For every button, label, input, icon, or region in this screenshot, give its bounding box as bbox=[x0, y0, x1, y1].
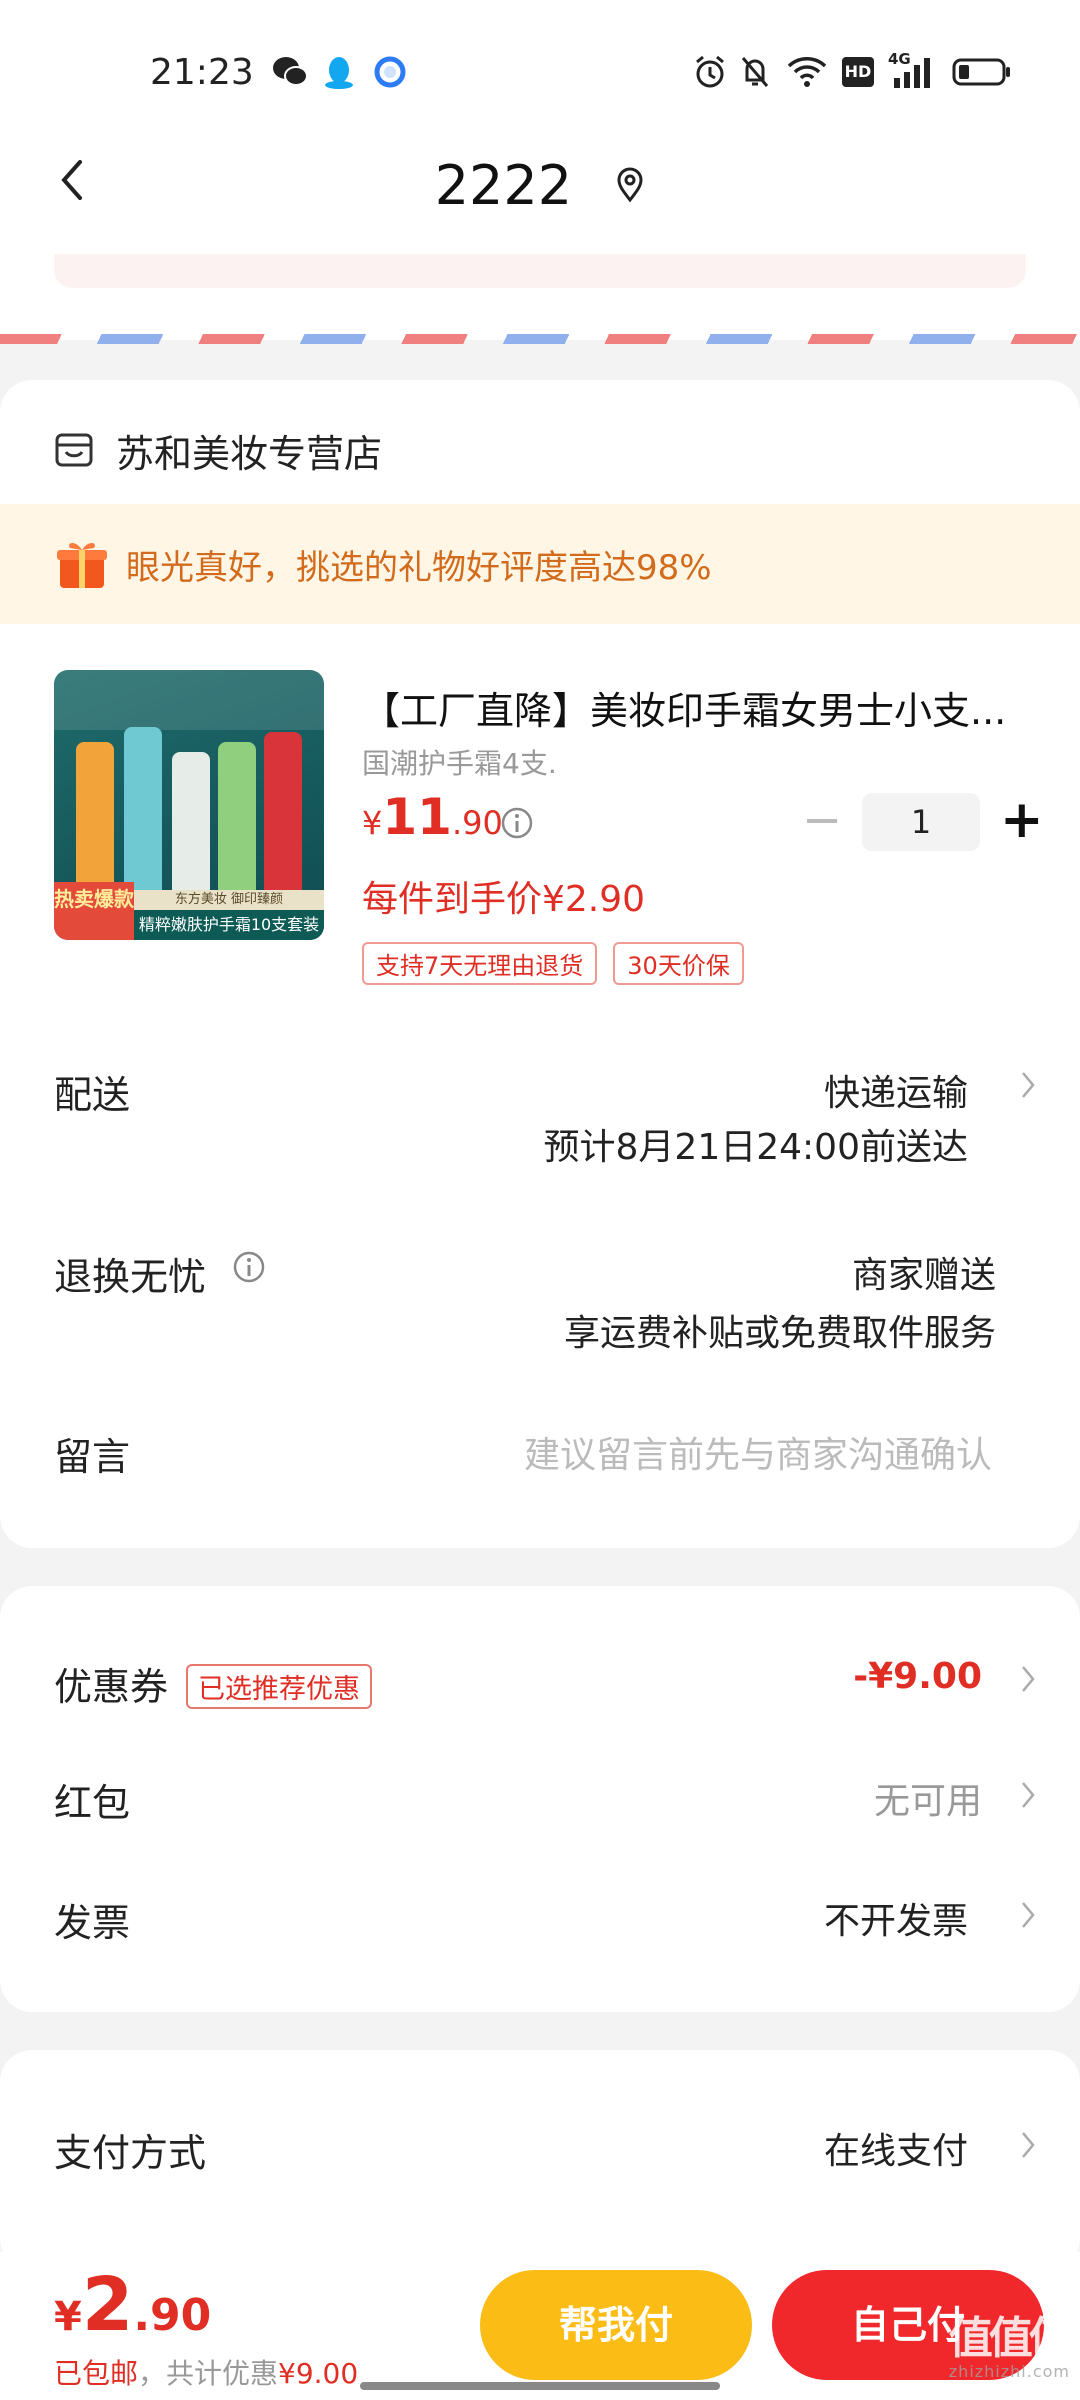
payment-card: 支付方式 在线支付 bbox=[0, 2050, 1080, 2270]
page-title: 2222 bbox=[434, 153, 573, 217]
store-header[interactable]: 苏和美妆专营店 bbox=[54, 420, 382, 480]
unit-price: 每件到手价¥2.90 bbox=[362, 879, 646, 920]
gift-icon bbox=[57, 543, 107, 588]
store-name: 苏和美妆专营店 bbox=[116, 431, 383, 476]
redpacket-value[interactable]: 无可用 bbox=[874, 1772, 982, 1824]
signal-icon: 4G bbox=[888, 50, 936, 90]
airmail-border bbox=[0, 334, 1080, 344]
increase-button[interactable]: + bbox=[1000, 792, 1044, 852]
watermark: 值值值 zhizhizhi.com bbox=[948, 2313, 1073, 2381]
product-tube bbox=[76, 742, 114, 892]
chevron-right-icon[interactable] bbox=[1020, 2130, 1036, 2160]
address-title[interactable]: 2222 bbox=[0, 150, 1080, 217]
address-strip bbox=[54, 254, 1026, 288]
coupon-badge: 已选推荐优惠 bbox=[186, 1664, 373, 1709]
alarm-icon bbox=[696, 55, 724, 88]
coupon-value[interactable]: -¥9.00 bbox=[853, 1656, 982, 1697]
promo-banner: 眼光真好，挑选的礼物好评度高达98% bbox=[0, 504, 1080, 624]
product-tube bbox=[218, 742, 256, 892]
service-tag: 30天价保 bbox=[613, 942, 744, 985]
product-image[interactable]: 东方美妆 御印臻颜 精粹嫩肤护手霜10支套装 热卖爆款 bbox=[54, 670, 324, 940]
returns-detail: 享运费补贴或免费取件服务 bbox=[563, 1313, 996, 1354]
invoice-value[interactable]: 不开发票 bbox=[824, 1892, 968, 1944]
header: 2222 bbox=[0, 120, 1080, 240]
status-bar: 21:23 HD 4G bbox=[0, 40, 1080, 104]
chevron-right-icon[interactable] bbox=[1020, 1070, 1036, 1100]
store-icon bbox=[55, 433, 93, 467]
returns-value: 商家赠送 bbox=[851, 1255, 996, 1296]
app-notification-icon bbox=[374, 56, 406, 88]
payment-label: 支付方式 bbox=[54, 2131, 207, 2175]
promo-text: 眼光真好，挑选的礼物好评度高达98% bbox=[126, 547, 712, 588]
decrease-button[interactable]: − bbox=[802, 792, 842, 852]
message-input[interactable]: 建议留言前先与商家沟通确认 bbox=[524, 1426, 992, 1478]
image-banner: 精粹嫩肤护手霜10支套装 bbox=[134, 910, 324, 940]
image-subtitle: 东方美妆 御印臻颜 bbox=[134, 890, 324, 910]
returns-label: 退换无忧 bbox=[54, 1255, 207, 1299]
status-time: 21:23 bbox=[150, 52, 254, 93]
hot-badge: 热卖爆款 bbox=[54, 882, 134, 940]
delivery-method[interactable]: 快递运输 bbox=[824, 1064, 968, 1116]
quantity-stepper: − 1 + bbox=[802, 792, 1044, 852]
coupon-row[interactable]: 优惠券 已选推荐优惠 bbox=[54, 1656, 373, 1712]
product-tube bbox=[264, 732, 302, 892]
battery-icon bbox=[952, 58, 1010, 86]
coupon-label: 优惠券 bbox=[54, 1665, 169, 1709]
mute-icon bbox=[741, 57, 769, 87]
image-top-band bbox=[54, 670, 324, 730]
wechat-icon bbox=[273, 57, 308, 86]
product-title[interactable]: 【工厂直降】美妆印手霜女男士小支... bbox=[362, 680, 1022, 735]
message-label: 留言 bbox=[54, 1435, 131, 1479]
returns-info-icon[interactable] bbox=[232, 1250, 266, 1284]
product-tube bbox=[172, 752, 210, 892]
delivery-label: 配送 bbox=[54, 1073, 131, 1117]
wifi-icon bbox=[787, 57, 827, 87]
delivery-eta: 预计8月21日24:00前送达 bbox=[543, 1127, 968, 1168]
service-tags: 支持7天无理由退货 30天价保 bbox=[362, 942, 760, 985]
chevron-right-icon[interactable] bbox=[1020, 1664, 1036, 1694]
ask-friend-pay-button[interactable]: 帮我付 bbox=[480, 2270, 752, 2380]
order-card: 苏和美妆专营店 眼光真好，挑选的礼物好评度高达98% 东方美妆 御印臻颜 精粹嫩… bbox=[0, 380, 1080, 1548]
chevron-right-icon[interactable] bbox=[1020, 1780, 1036, 1810]
qq-icon bbox=[325, 57, 353, 89]
product-spec[interactable]: 国潮护手霜4支. bbox=[362, 742, 557, 782]
product-price: ¥11.90 bbox=[362, 788, 503, 846]
location-pin-icon bbox=[617, 167, 643, 203]
invoice-label: 发票 bbox=[54, 1901, 131, 1945]
quantity-value[interactable]: 1 bbox=[862, 793, 980, 851]
total-price: ¥2.90 bbox=[54, 2262, 212, 2348]
product-tube bbox=[124, 727, 162, 892]
chevron-right-icon[interactable] bbox=[1020, 1900, 1036, 1930]
payment-value[interactable]: 在线支付 bbox=[824, 2122, 968, 2174]
redpacket-label: 红包 bbox=[54, 1781, 131, 1825]
service-tag: 支持7天无理由退货 bbox=[362, 942, 598, 985]
price-info-icon[interactable] bbox=[500, 806, 534, 840]
total-note: 已包邮，共计优惠¥9.00 bbox=[54, 2357, 359, 2390]
home-indicator[interactable] bbox=[360, 2382, 720, 2390]
hd-icon: HD bbox=[842, 57, 874, 87]
discounts-card: 优惠券 已选推荐优惠 -¥9.00 红包 无可用 发票 不开发票 bbox=[0, 1586, 1080, 2012]
checkout-bar: ¥2.90 已包邮，共计优惠¥9.00 帮我付 自己付 bbox=[0, 2252, 1080, 2400]
